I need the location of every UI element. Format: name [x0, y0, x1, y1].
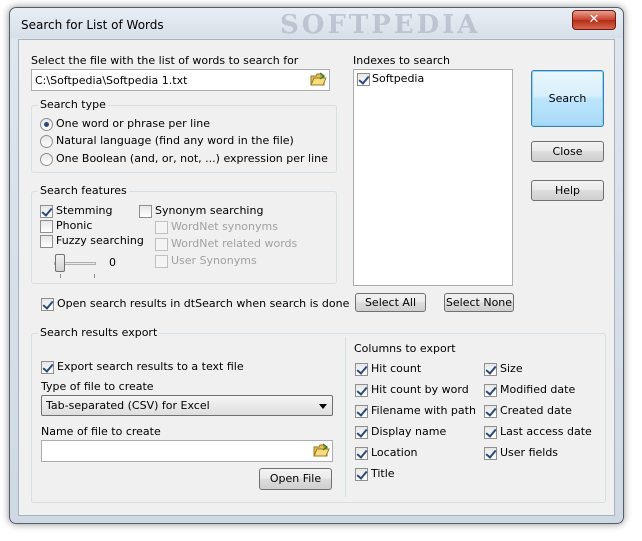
wordnet-related-label: WordNet related words — [171, 237, 298, 250]
file-path-input[interactable]: C:\Softpedia\Softpedia 1.txt — [31, 69, 330, 91]
select-all-button[interactable]: Select All — [355, 293, 426, 312]
col-filename-path-checkbox[interactable] — [355, 405, 368, 418]
title-bar[interactable]: SOFTPEDIA Search for List of Words ✕ — [10, 8, 623, 40]
file-label: Select the file with the list of words t… — [31, 54, 299, 67]
user-synonyms-label: User Synonyms — [171, 254, 257, 267]
search-type-group: Search type One word or phrase per line … — [31, 98, 337, 173]
columns-divider — [345, 337, 346, 497]
col-modified-date-label[interactable]: Modified date — [500, 383, 575, 396]
file-type-label: Type of file to create — [41, 380, 154, 393]
index-softpedia-checkbox[interactable] — [357, 73, 370, 86]
fuzzy-value: 0 — [109, 256, 116, 269]
export-title: Search results export — [38, 326, 160, 339]
col-title-label[interactable]: Title — [371, 467, 395, 480]
radio-one-word[interactable] — [40, 118, 53, 131]
col-display-name-checkbox[interactable] — [355, 426, 368, 439]
help-button[interactable]: Help — [531, 180, 604, 201]
dialog-window: SOFTPEDIA Search for List of Words ✕ Sel… — [9, 7, 624, 524]
window-close-button[interactable]: ✕ — [572, 10, 616, 30]
col-last-access-label[interactable]: Last access date — [500, 425, 592, 438]
col-display-name-label[interactable]: Display name — [371, 425, 446, 438]
chevron-down-icon — [319, 404, 327, 409]
folder-open-icon[interactable] — [313, 443, 330, 459]
search-button[interactable]: Search — [531, 70, 604, 127]
stemming-checkbox[interactable] — [40, 205, 53, 218]
slider-tick — [60, 274, 61, 278]
close-button[interactable]: Close — [531, 141, 604, 162]
col-location-checkbox[interactable] — [355, 447, 368, 460]
radio-one-word-label[interactable]: One word or phrase per line — [56, 117, 210, 130]
index-softpedia-label[interactable]: Softpedia — [372, 72, 424, 85]
wordnet-synonyms-label: WordNet synonyms — [171, 220, 278, 233]
fuzzy-label[interactable]: Fuzzy searching — [56, 234, 144, 247]
indexes-label: Indexes to search — [353, 54, 451, 67]
col-modified-date-checkbox[interactable] — [484, 384, 497, 397]
wordnet-synonyms-checkbox[interactable] — [155, 221, 168, 234]
col-last-access-checkbox[interactable] — [484, 426, 497, 439]
col-hit-count-word-label[interactable]: Hit count by word — [371, 383, 469, 396]
slider-tick — [94, 274, 95, 278]
col-size-label[interactable]: Size — [500, 362, 523, 375]
open-results-checkbox[interactable] — [41, 298, 54, 311]
radio-natural-language[interactable] — [40, 135, 53, 148]
fuzzy-checkbox[interactable] — [40, 235, 53, 248]
synonym-checkbox[interactable] — [139, 205, 152, 218]
search-type-title: Search type — [38, 98, 108, 111]
file-type-value: Tab-separated (CSV) for Excel — [46, 399, 210, 412]
search-features-group: Search features Stemming Phonic Fuzzy se… — [31, 184, 337, 284]
synonym-label[interactable]: Synonym searching — [155, 204, 263, 217]
phonic-label[interactable]: Phonic — [56, 219, 92, 232]
col-title-checkbox[interactable] — [355, 468, 368, 481]
col-user-fields-checkbox[interactable] — [484, 447, 497, 460]
col-hit-count-checkbox[interactable] — [355, 363, 368, 376]
watermark: SOFTPEDIA — [280, 10, 481, 40]
window-title: Search for List of Words — [21, 18, 164, 32]
wordnet-related-checkbox[interactable] — [155, 238, 168, 251]
file-name-input[interactable] — [41, 440, 333, 462]
col-hit-count-word-checkbox[interactable] — [355, 384, 368, 397]
user-synonyms-checkbox[interactable] — [155, 255, 168, 268]
export-to-file-label[interactable]: Export search results to a text file — [57, 360, 244, 373]
col-location-label[interactable]: Location — [371, 446, 418, 459]
col-created-date-label[interactable]: Created date — [500, 404, 572, 417]
open-results-label[interactable]: Open search results in dtSearch when sea… — [57, 297, 349, 310]
export-group: Search results export Export search resu… — [31, 326, 606, 503]
phonic-checkbox[interactable] — [40, 220, 53, 233]
radio-boolean[interactable] — [40, 153, 53, 166]
file-type-select[interactable]: Tab-separated (CSV) for Excel — [41, 395, 333, 416]
col-user-fields-label[interactable]: User fields — [500, 446, 558, 459]
file-name-label: Name of file to create — [41, 425, 161, 438]
col-hit-count-label[interactable]: Hit count — [371, 362, 421, 375]
col-filename-path-label[interactable]: Filename with path — [371, 404, 476, 417]
export-to-file-checkbox[interactable] — [41, 361, 54, 374]
columns-title: Columns to export — [354, 342, 456, 355]
radio-boolean-label[interactable]: One Boolean (and, or, not, ...) expressi… — [56, 152, 328, 165]
open-file-button[interactable]: Open File — [259, 468, 332, 490]
indexes-list[interactable]: Softpedia — [353, 69, 513, 286]
select-none-button[interactable]: Select None — [444, 293, 514, 312]
folder-open-icon[interactable] — [310, 72, 327, 88]
dialog-client-area: Select the file with the list of words t… — [18, 39, 615, 516]
search-features-title: Search features — [38, 184, 129, 197]
fuzzy-slider-thumb[interactable] — [55, 254, 65, 272]
file-path-value: C:\Softpedia\Softpedia 1.txt — [35, 74, 188, 87]
radio-natural-language-label[interactable]: Natural language (find any word in the f… — [56, 134, 294, 147]
stemming-label[interactable]: Stemming — [56, 204, 113, 217]
col-created-date-checkbox[interactable] — [484, 405, 497, 418]
col-size-checkbox[interactable] — [484, 363, 497, 376]
